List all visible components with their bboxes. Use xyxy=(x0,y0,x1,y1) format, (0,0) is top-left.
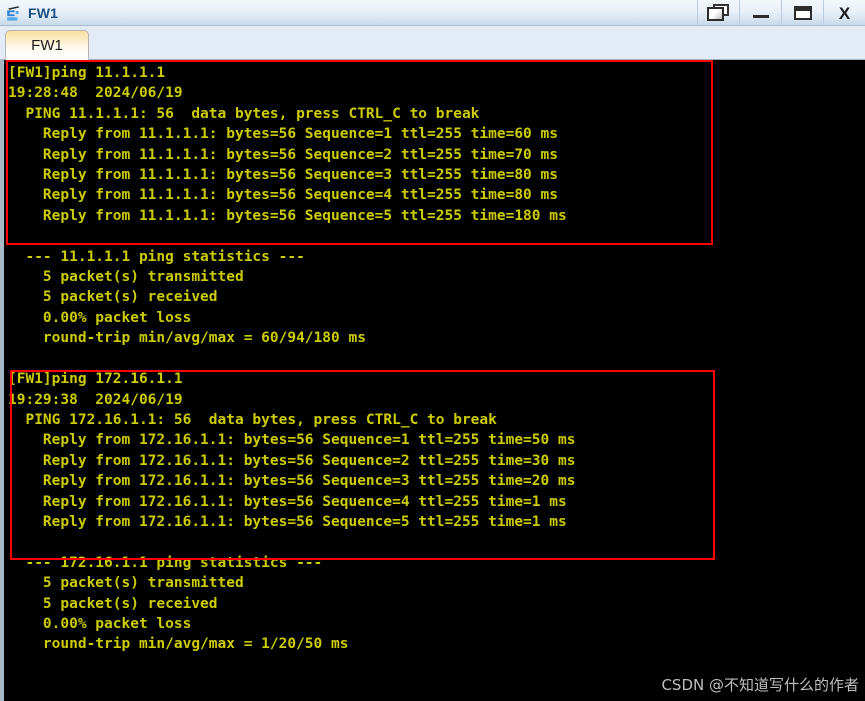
tab-fw1[interactable]: FW1 xyxy=(5,30,89,60)
console-line: 5 packet(s) transmitted xyxy=(8,269,244,286)
console-line: round-trip min/avg/max = 60/94/180 ms xyxy=(8,330,366,347)
console-line: 0.00% packet loss xyxy=(8,309,192,326)
close-icon: X xyxy=(838,3,851,23)
tab-label: FW1 xyxy=(31,36,63,54)
console-line: [FW1]ping 11.1.1.1 xyxy=(8,65,166,81)
tab-bar: FW1 xyxy=(0,26,865,60)
console-line: Reply from 11.1.1.1: bytes=56 Sequence=5… xyxy=(8,207,567,224)
console-line: round-trip min/avg/max = 1/20/50 ms xyxy=(8,636,349,653)
console-scroll-area[interactable]: [FW1]ping 11.1.1.1 19:28:48 2024/06/19 PI… xyxy=(0,60,865,701)
restore-button[interactable] xyxy=(697,0,739,26)
console-line: 5 packet(s) received xyxy=(8,289,218,306)
console-line: [FW1]ping 172.16.1.1 xyxy=(8,371,183,388)
console-line: 5 packet(s) received xyxy=(8,595,218,612)
watermark: CSDN @不知道写什么的作者 xyxy=(661,676,859,694)
minimize-button[interactable] xyxy=(739,0,781,26)
console-line: Reply from 11.1.1.1: bytes=56 Sequence=3… xyxy=(8,167,558,184)
console-line: Reply from 172.16.1.1: bytes=56 Sequence… xyxy=(8,473,576,490)
console-line: PING 172.16.1.1: 56 data bytes, press CT… xyxy=(8,411,497,428)
console-line: Reply from 11.1.1.1: bytes=56 Sequence=1… xyxy=(8,126,558,143)
title-bar: FW1 X xyxy=(0,0,865,26)
console-line: 19:28:48 2024/06/19 xyxy=(8,85,183,102)
window-title: FW1 xyxy=(28,4,59,21)
console-line: --- 172.16.1.1 ping statistics --- xyxy=(8,554,323,571)
minimize-icon xyxy=(752,15,769,18)
console-line: Reply from 172.16.1.1: bytes=56 Sequence… xyxy=(8,513,567,530)
maximize-icon xyxy=(793,6,812,20)
console-line: --- 11.1.1.1 ping statistics --- xyxy=(8,248,305,265)
console-line: Reply from 172.16.1.1: bytes=56 Sequence… xyxy=(8,452,576,469)
restore-icon xyxy=(706,4,731,22)
maximize-button[interactable] xyxy=(781,0,823,26)
console-line: Reply from 172.16.1.1: bytes=56 Sequence… xyxy=(8,493,567,510)
console-line: Reply from 172.16.1.1: bytes=56 Sequence… xyxy=(8,432,576,449)
window-controls: X xyxy=(697,0,865,26)
console-line: PING 11.1.1.1: 56 data bytes, press CTRL… xyxy=(8,105,480,122)
console-line: Reply from 11.1.1.1: bytes=56 Sequence=4… xyxy=(8,187,558,204)
console-line: Reply from 11.1.1.1: bytes=56 Sequence=2… xyxy=(8,146,558,163)
console-line: 19:29:38 2024/06/19 xyxy=(8,391,183,408)
close-button[interactable]: X xyxy=(823,0,865,26)
terminal-window: FW1 X FW1 [FW1]ping 11.1.1.1 19:28:48 20… xyxy=(0,0,865,701)
device-icon xyxy=(5,4,25,22)
console-line: 0.00% packet loss xyxy=(8,615,192,632)
console-line: 5 packet(s) transmitted xyxy=(8,575,244,592)
console-output[interactable]: [FW1]ping 11.1.1.1 19:28:48 2024/06/19 PI… xyxy=(4,60,865,701)
